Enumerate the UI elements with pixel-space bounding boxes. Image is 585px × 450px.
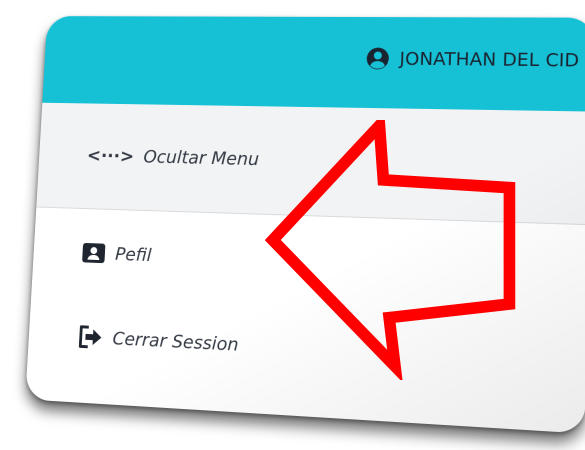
code-arrows-icon: <···> (86, 145, 135, 167)
user-circle-icon (366, 47, 388, 70)
sign-out-icon (76, 324, 102, 351)
menu-item-label: Ocultar Menu (142, 146, 260, 171)
red-annotation-arrow (265, 120, 516, 380)
user-menu-toggle[interactable]: JONATHAN DEL CID (365, 47, 579, 73)
user-name: JONATHAN DEL CID (399, 48, 580, 72)
menu-item-label: Pefil (114, 243, 153, 266)
top-navbar: JONATHAN DEL CID (42, 16, 585, 113)
screenshot-stage: JONATHAN DEL CID <···> Ocultar Menu Pefi… (0, 0, 585, 450)
id-card-icon (82, 242, 106, 264)
menu-item-label: Cerrar Session (112, 327, 240, 356)
